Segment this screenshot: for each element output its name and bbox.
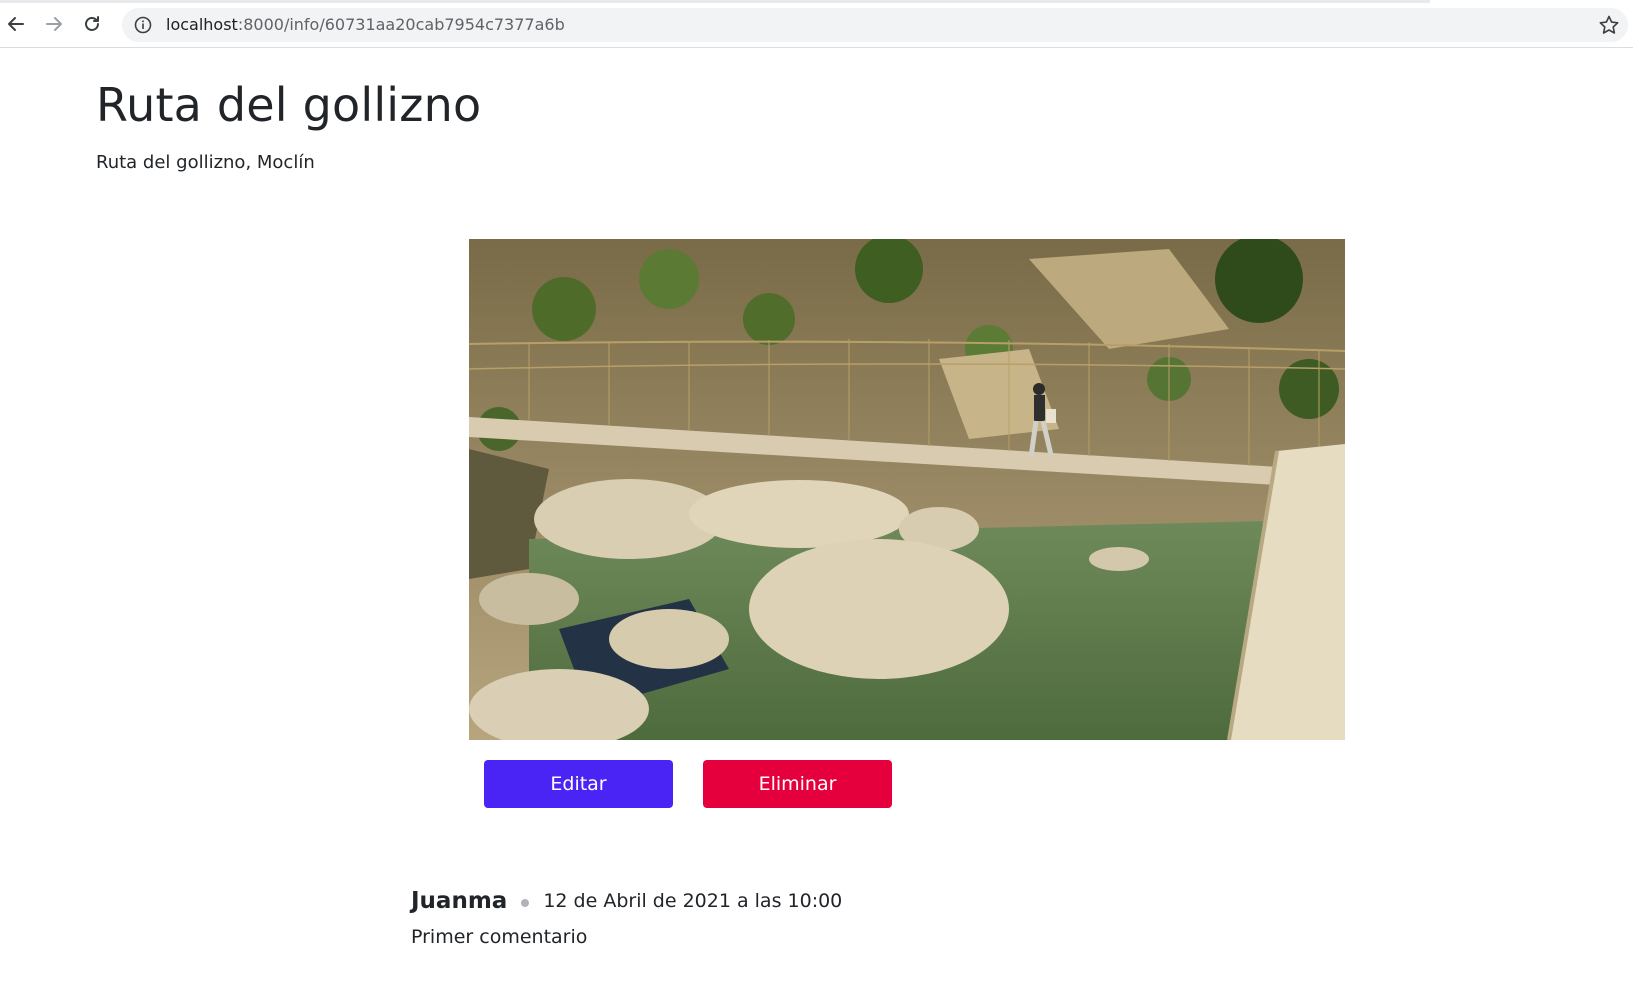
url-path: :8000/info/60731aa20cab7954c7377a6b [237, 15, 565, 34]
reload-icon [85, 16, 99, 31]
route-photo-image [469, 239, 1345, 740]
page-title: Ruta del gollizno [96, 78, 482, 132]
comment-date: 12 de Abril de 2021 a las 10:00 [543, 890, 843, 912]
info-icon[interactable] [134, 16, 152, 34]
edit-button[interactable]: Editar [484, 760, 673, 808]
back-button[interactable] [2, 10, 30, 38]
route-photo [469, 239, 1345, 740]
browser-toolbar: localhost:8000/info/60731aa20cab7954c737… [0, 0, 1633, 48]
star-icon[interactable] [1598, 14, 1620, 36]
url-host: localhost [166, 15, 238, 34]
forward-icon [46, 17, 62, 31]
comment-text: Primer comentario [411, 926, 588, 948]
comment-author: Juanma [411, 888, 508, 914]
comment-header: Juanma 12 de Abril de 2021 a las 10:00 [411, 888, 842, 914]
back-icon [8, 17, 24, 31]
separator-dot-icon [521, 899, 530, 907]
comment-item: Juanma 12 de Abril de 2021 a las 10:00 P… [411, 888, 842, 948]
delete-button[interactable]: Eliminar [703, 760, 892, 808]
loading-bar [0, 0, 1430, 3]
address-bar[interactable]: localhost:8000/info/60731aa20cab7954c737… [122, 8, 1628, 42]
page-subtitle: Ruta del gollizno, Moclín [96, 152, 315, 173]
forward-button[interactable] [40, 10, 68, 38]
url-text[interactable]: localhost:8000/info/60731aa20cab7954c737… [166, 16, 565, 34]
reload-button[interactable] [78, 10, 106, 38]
